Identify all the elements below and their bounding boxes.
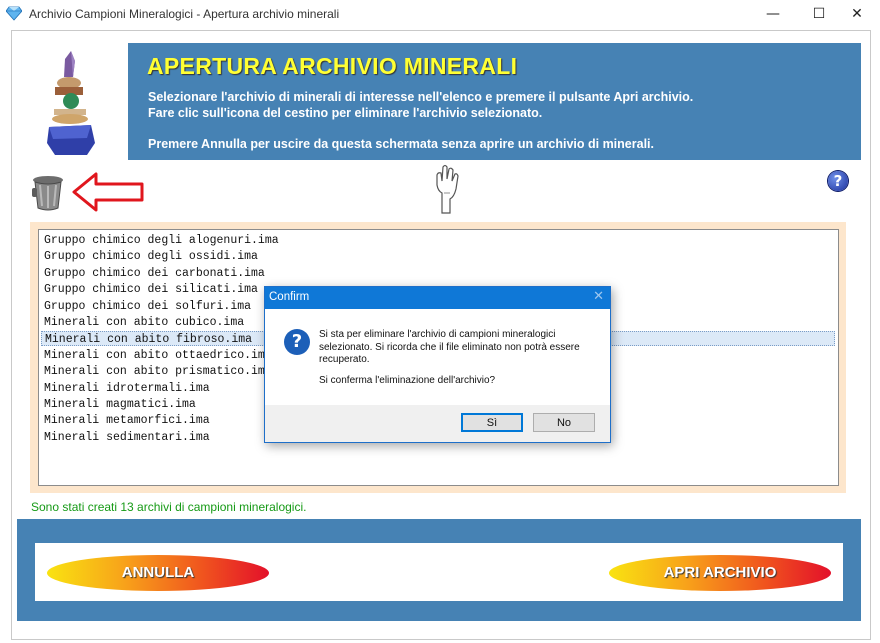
instruction-line-3: Premere Annulla per uscire da questa sch… bbox=[148, 137, 654, 151]
diamond-icon bbox=[6, 6, 22, 21]
dialog-message-2: selezionato. Si ricorda che il file elim… bbox=[319, 342, 580, 353]
page-title: APERTURA ARCHIVIO MINERALI bbox=[147, 53, 518, 79]
list-item[interactable]: Gruppo chimico degli ossidi.ima bbox=[41, 249, 835, 264]
list-item[interactable]: Gruppo chimico degli alogenuri.ima bbox=[41, 233, 835, 248]
dialog-title: Confirm bbox=[269, 291, 310, 303]
dialog-body: ? Si sta per eliminare l'archivio di cam… bbox=[265, 309, 610, 405]
no-button[interactable]: No bbox=[533, 413, 595, 432]
list-item[interactable]: Gruppo chimico dei carbonati.ima bbox=[41, 266, 835, 281]
help-icon[interactable]: ? bbox=[828, 171, 848, 191]
question-icon: ? bbox=[284, 329, 310, 355]
yes-button[interactable]: Sì bbox=[461, 413, 523, 432]
window-titlebar: Archivio Campioni Mineralogici - Apertur… bbox=[0, 0, 880, 28]
minerals-logo bbox=[17, 43, 128, 160]
confirm-dialog: Confirm ✕ ? Si sta per eliminare l'archi… bbox=[264, 286, 611, 443]
cancel-button[interactable]: ANNULLA bbox=[47, 555, 269, 591]
window-title: Archivio Campioni Mineralogici - Apertur… bbox=[29, 7, 340, 21]
dialog-message-1: Si sta per eliminare l'archivio di campi… bbox=[319, 329, 556, 340]
header-panel: APERTURA ARCHIVIO MINERALI Selezionare l… bbox=[17, 43, 861, 160]
arrow-left-icon bbox=[72, 172, 144, 212]
instruction-line-1: Selezionare l'archivio di minerali di in… bbox=[148, 90, 694, 104]
dialog-message-3: recuperato. bbox=[319, 354, 370, 365]
status-text: Sono stati creati 13 archivi di campioni… bbox=[31, 500, 307, 514]
dialog-titlebar: Confirm ✕ bbox=[265, 287, 610, 309]
trash-icon[interactable] bbox=[28, 170, 68, 212]
open-archive-button[interactable]: APRI ARCHIVIO bbox=[609, 555, 831, 591]
dialog-question: Si conferma l'eliminazione dell'archivio… bbox=[319, 375, 496, 386]
close-button[interactable]: ✕ bbox=[834, 0, 880, 28]
dialog-close-icon[interactable]: ✕ bbox=[593, 289, 604, 304]
minimize-button[interactable]: — bbox=[750, 0, 796, 28]
pointing-hand-icon bbox=[436, 164, 459, 214]
minerals-stack-icon bbox=[47, 51, 95, 155]
instruction-line-2: Fare clic sull'icona del cestino per eli… bbox=[148, 106, 543, 120]
